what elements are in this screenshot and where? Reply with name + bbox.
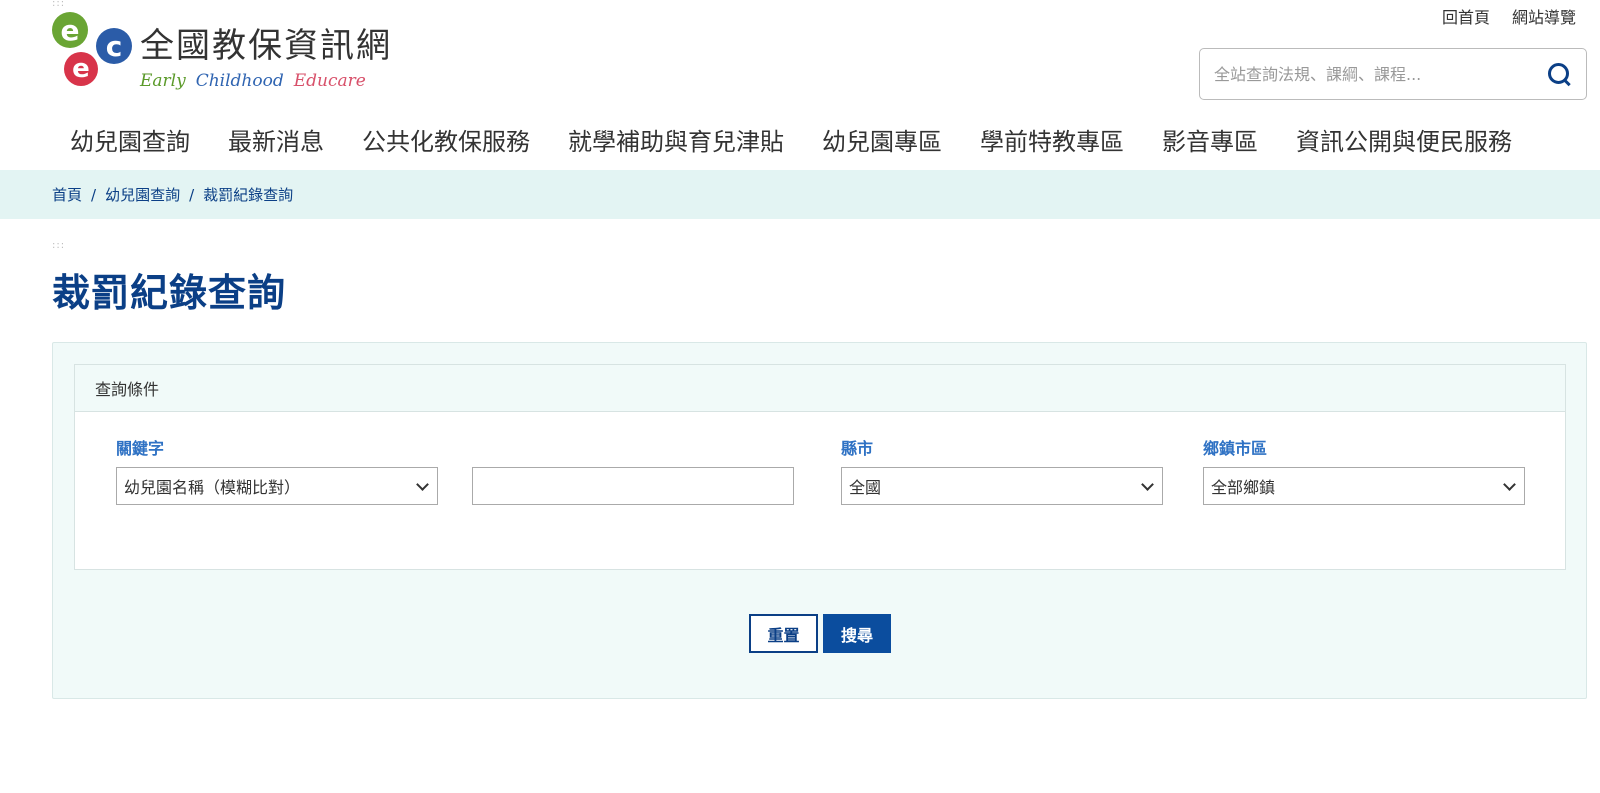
site-search-input[interactable] <box>1214 64 1546 84</box>
nav-item-special-education[interactable]: 學前特教專區 <box>980 122 1124 157</box>
logo-c-blue-icon: c <box>96 28 132 64</box>
query-legend: 查詢條件 <box>75 365 1565 412</box>
logo-subtitle: Early Childhood Educare <box>140 71 392 91</box>
query-panel: 查詢條件 關鍵字 幼兒園名稱（模糊比對） 縣市 全國 鄉鎮市區 全部鄉鎮 重置 … <box>52 342 1587 699</box>
site-logo[interactable]: e c e 全國教保資訊網 Early Childhood Educare <box>48 8 412 91</box>
site-search <box>1199 48 1587 100</box>
county-label: 縣市 <box>841 439 874 458</box>
chevron-down-icon <box>1141 478 1154 491</box>
search-icon[interactable] <box>1546 61 1572 87</box>
sitemap-link[interactable]: 網站導覽 <box>1512 4 1576 28</box>
nav-item-kindergarten-zone[interactable]: 幼兒園專區 <box>822 122 942 157</box>
keyword-type-select[interactable]: 幼兒園名稱（模糊比對） <box>116 467 438 505</box>
township-value: 全部鄉鎮 <box>1211 478 1276 497</box>
nav-item-news[interactable]: 最新消息 <box>228 122 324 157</box>
logo-subtitle-childhood: Childhood <box>195 71 284 91</box>
reset-button[interactable]: 重置 <box>749 614 818 653</box>
nav-item-kindergarten-search[interactable]: 幼兒園查詢 <box>70 122 190 157</box>
chevron-down-icon <box>1503 478 1516 491</box>
nav-item-media[interactable]: 影音專區 <box>1162 122 1258 157</box>
page-title: 裁罰紀錄查詢 <box>52 271 287 315</box>
nav-item-subsidies[interactable]: 就學補助與育兒津貼 <box>568 122 784 157</box>
keyword-label: 關鍵字 <box>116 439 165 458</box>
top-links: 回首頁 網站導覽 <box>1442 4 1576 28</box>
county-select[interactable]: 全國 <box>841 467 1163 505</box>
township-select[interactable]: 全部鄉鎮 <box>1203 467 1525 505</box>
breadcrumb-separator: / <box>91 185 97 204</box>
breadcrumb-kindergarten-search[interactable]: 幼兒園查詢 <box>105 184 180 205</box>
main-nav: 幼兒園查詢 最新消息 公共化教保服務 就學補助與育兒津貼 幼兒園專區 學前特教專… <box>70 122 1512 157</box>
chevron-down-icon <box>416 478 429 491</box>
logo-subtitle-early: Early <box>140 71 186 91</box>
nav-item-public-services[interactable]: 公共化教保服務 <box>362 122 530 157</box>
logo-mark-icon: e c e <box>48 8 136 90</box>
site-header: ::: e c e 全國教保資訊網 Early Childhood Educar… <box>0 0 1600 170</box>
home-link[interactable]: 回首頁 <box>1442 4 1490 28</box>
drag-dots-icon: ::: <box>52 240 66 251</box>
logo-text: 全國教保資訊網 Early Childhood Educare <box>140 8 392 91</box>
drag-dots-icon: ::: <box>52 0 66 9</box>
search-button[interactable]: 搜尋 <box>823 614 891 653</box>
query-fieldset: 查詢條件 關鍵字 幼兒園名稱（模糊比對） 縣市 全國 鄉鎮市區 全部鄉鎮 <box>74 364 1566 570</box>
logo-e-green-icon: e <box>48 8 88 48</box>
breadcrumb-current[interactable]: 裁罰紀錄查詢 <box>203 184 293 205</box>
breadcrumb: 首頁 / 幼兒園查詢 / 裁罰紀錄查詢 <box>0 170 1600 219</box>
keyword-type-value: 幼兒園名稱（模糊比對） <box>124 478 301 497</box>
township-label: 鄉鎮市區 <box>1203 439 1268 458</box>
breadcrumb-separator: / <box>189 185 195 204</box>
keyword-input[interactable] <box>472 467 794 505</box>
logo-subtitle-educare: Educare <box>293 71 366 91</box>
breadcrumb-home[interactable]: 首頁 <box>52 184 82 205</box>
county-value: 全國 <box>849 478 882 497</box>
nav-item-public-info[interactable]: 資訊公開與便民服務 <box>1296 122 1512 157</box>
logo-title: 全國教保資訊網 <box>140 26 392 66</box>
logo-e-red-icon: e <box>64 52 98 86</box>
